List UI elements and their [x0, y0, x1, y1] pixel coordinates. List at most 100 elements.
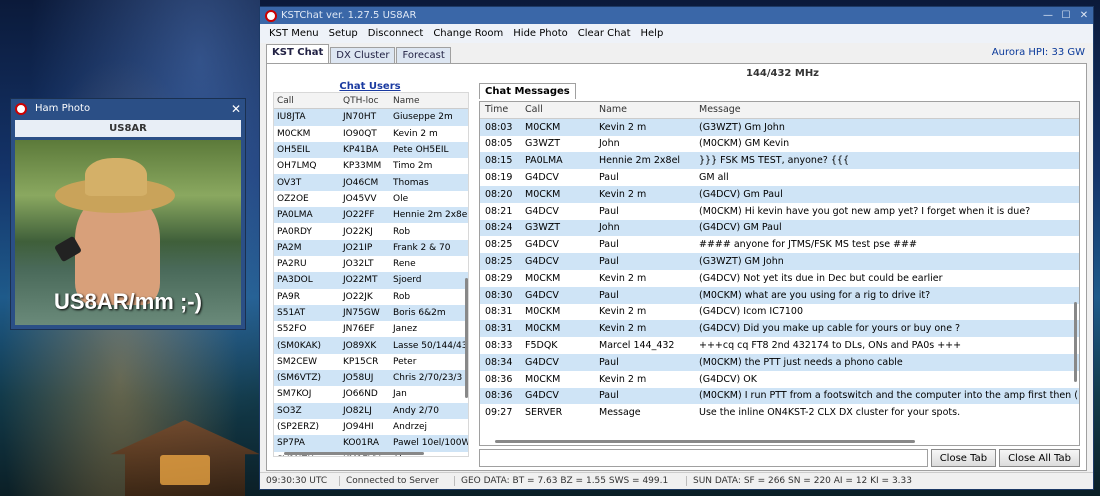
- maximize-icon[interactable]: ☐: [1057, 10, 1075, 21]
- tab-forecast[interactable]: Forecast: [396, 47, 451, 63]
- table-row[interactable]: 08:33 F5DQK Marcel 144_432 +++cq cq FT8 2nd…: [480, 337, 1079, 354]
- table-row[interactable]: 08:21 G4DCV Paul (M0CKM) Hi kevin have you …: [480, 202, 1079, 220]
- table-row[interactable]: 08:31 M0CKM Kevin 2 m (G4DCV) Icom IC7100: [480, 303, 1079, 321]
- messages-scrollbar-vertical[interactable]: [1074, 302, 1077, 382]
- tab-kst-chat[interactable]: KST Chat: [266, 44, 330, 63]
- users-scrollbar-vertical[interactable]: [465, 278, 468, 398]
- col-call[interactable]: Call: [520, 104, 594, 115]
- table-row[interactable]: OZ2OE JO45VV Ole: [274, 190, 468, 208]
- window-body: KST Chat DX Cluster Forecast Aurora HPI:…: [260, 43, 1093, 489]
- msg-time: 08:25: [485, 256, 513, 268]
- msg-time: 08:29: [485, 272, 513, 284]
- menu-setup[interactable]: Setup: [324, 28, 363, 39]
- ham-photo-titlebar[interactable]: Ham Photo ✕: [11, 99, 245, 118]
- msg-call: M0CKM: [525, 323, 561, 335]
- table-row[interactable]: M0CKM IO90QT Kevin 2 m: [274, 125, 468, 142]
- msg-name: Hennie 2m 2x8el: [599, 155, 681, 167]
- table-row[interactable]: (SP2ERZ) JO94HI Andrzej: [274, 418, 468, 436]
- col-time[interactable]: Time: [480, 104, 520, 115]
- msg-name: Paul: [599, 256, 619, 268]
- table-row[interactable]: PA2M JO21IP Frank 2 & 70: [274, 239, 468, 256]
- photo-callsign: US8AR: [15, 120, 241, 137]
- table-row[interactable]: PA0RDY JO22KJ Rob: [274, 223, 468, 240]
- msg-text: (M0CKM) GM Kevin: [699, 138, 790, 150]
- messages-table-body: 08:03 M0CKM Kevin 2 m (G3WZT) Gm John 08:05 G…: [480, 118, 1079, 422]
- table-row[interactable]: PA0LMA JO22FF Hennie 2m 2x8el: [274, 207, 468, 224]
- table-row[interactable]: OH5EIL KP41BA Pete OH5EIL: [274, 141, 468, 159]
- menu-change-room[interactable]: Change Room: [428, 28, 508, 39]
- table-row[interactable]: 08:20 M0CKM Kevin 2 m (G4DCV) Gm Paul: [480, 185, 1079, 203]
- users-scrollbar-horizontal[interactable]: [284, 452, 424, 455]
- msg-call: M0CKM: [525, 306, 561, 318]
- msg-text: (G4DCV) GM Paul: [699, 222, 782, 234]
- msg-text: (G3WZT) GM John: [699, 256, 784, 268]
- table-row[interactable]: (SM0KAK) JO89XK Lasse 50/144/432: [274, 337, 468, 354]
- table-row[interactable]: 08:34 G4DCV Paul (M0CKM) the PTT just needs…: [480, 353, 1079, 371]
- col-name[interactable]: Name: [390, 96, 468, 106]
- user-call: SO3Z: [277, 405, 302, 416]
- table-row[interactable]: 08:24 G3WZT John (G4DCV) GM Paul: [480, 219, 1079, 237]
- user-call: (SM6VTZ): [277, 373, 322, 384]
- table-row[interactable]: S51AT JN75GW Boris 6&2m: [274, 304, 468, 322]
- col-message[interactable]: Message: [694, 104, 1079, 115]
- chat-input[interactable]: [479, 449, 928, 467]
- table-row[interactable]: (SM6VTZ) JO58UJ Chris 2/70/23/3: [274, 370, 468, 387]
- col-call[interactable]: Call: [274, 96, 340, 106]
- table-row[interactable]: 08:36 G4DCV Paul (M0CKM) I run PTT from a f…: [480, 387, 1079, 405]
- user-call: S51AT: [277, 308, 306, 318]
- menu-disconnect[interactable]: Disconnect: [363, 28, 429, 39]
- table-row[interactable]: 09:27 SERVER Message Use the inline ON4KST-…: [480, 404, 1079, 422]
- table-row[interactable]: PA3DOL JO22MT Sjoerd: [274, 272, 468, 289]
- table-row[interactable]: OV3T JO46CM Thomas: [274, 174, 468, 191]
- minimize-icon[interactable]: —: [1039, 10, 1057, 21]
- table-row[interactable]: 08:29 M0CKM Kevin 2 m (G4DCV) Not yet its d…: [480, 269, 1079, 287]
- menu-clear-chat[interactable]: Clear Chat: [573, 28, 636, 39]
- messages-table-header: Time Call Name Message: [480, 102, 1079, 119]
- table-row[interactable]: OH7LMQ KP33MM Timo 2m: [274, 158, 468, 175]
- col-name[interactable]: Name: [594, 104, 694, 115]
- table-row[interactable]: 08:15 PA0LMA Hennie 2m 2x8el}}} FSK MS TES…: [480, 152, 1079, 170]
- tab-chat-messages[interactable]: Chat Messages: [479, 83, 576, 99]
- table-row[interactable]: SO3Z JO82LJ Andy 2/70: [274, 402, 468, 419]
- msg-time: 08:31: [485, 323, 513, 335]
- menu-hide-photo[interactable]: Hide Photo: [508, 28, 573, 39]
- table-row[interactable]: SM7KOJ JO66ND Jan: [274, 386, 468, 403]
- table-row[interactable]: S52FO JN76EF Janez: [274, 321, 468, 338]
- close-icon[interactable]: ✕: [227, 102, 245, 116]
- photo-caption: US8AR/mm ;-): [54, 289, 202, 314]
- ham-photo-image: US8AR/mm ;-): [15, 140, 241, 325]
- msg-call: M0CKM: [525, 121, 561, 133]
- table-row[interactable]: PA2RU JO32LT Rene: [274, 255, 468, 273]
- table-row[interactable]: 08:19 G4DCV Paul GM all: [480, 169, 1079, 186]
- table-row[interactable]: 08:25 G4DCV Paul (G3WZT) GM John: [480, 253, 1079, 270]
- user-name: Giuseppe 2m: [393, 112, 453, 123]
- ham-photo-window: Ham Photo ✕ US8AR US8AR/mm ;-): [10, 98, 246, 330]
- chat-users-panel: Chat Users Call QTH-loc Name IU8JTA JN70H…: [270, 67, 470, 467]
- msg-name: Paul: [599, 356, 619, 368]
- table-row[interactable]: 08:30 G4DCV Paul (M0CKM) what are you using…: [480, 286, 1079, 304]
- col-qth[interactable]: QTH-loc: [340, 96, 390, 106]
- menu-bar: KST Menu Setup Disconnect Change Room Hi…: [260, 24, 1093, 43]
- table-row[interactable]: IU8JTA JN70HT Giuseppe 2m: [274, 109, 468, 126]
- table-row[interactable]: 08:31 M0CKM Kevin 2 m (G4DCV) Did you make …: [480, 320, 1079, 338]
- table-row[interactable]: SM2CEW KP15CR Peter: [274, 353, 468, 371]
- table-row[interactable]: 08:36 M0CKM Kevin 2 m (G4DCV) OK: [480, 370, 1079, 388]
- table-row[interactable]: 08:25 G4DCV Paul #### anyone for JTMS/FSK M…: [480, 236, 1079, 254]
- msg-call: SERVER: [525, 407, 563, 419]
- messages-scrollbar-horizontal[interactable]: [495, 440, 915, 443]
- user-qth: KP33MM: [343, 161, 382, 172]
- menu-help[interactable]: Help: [636, 28, 669, 39]
- chat-users-title[interactable]: Chat Users: [339, 81, 400, 92]
- close-icon[interactable]: ✕: [1075, 10, 1093, 21]
- msg-text: }}} FSK MS TEST, anyone? {{{: [699, 155, 849, 167]
- table-row[interactable]: PA9R JO22JK Rob: [274, 288, 468, 305]
- table-row[interactable]: 08:03 M0CKM Kevin 2 m (G3WZT) Gm John: [480, 118, 1079, 136]
- tab-dx-cluster[interactable]: DX Cluster: [330, 47, 396, 63]
- close-tab-button[interactable]: Close Tab: [930, 449, 997, 467]
- menu-kst-menu[interactable]: KST Menu: [264, 28, 324, 39]
- window-titlebar[interactable]: KSTChat ver. 1.27.5 US8AR — ☐ ✕: [260, 7, 1093, 24]
- close-all-tab-button[interactable]: Close All Tab: [999, 449, 1080, 467]
- table-row[interactable]: 08:05 G3WZT John (M0CKM) GM Kevin: [480, 135, 1079, 153]
- msg-call: F5DQK: [525, 340, 558, 352]
- table-row[interactable]: SP7PA KO01RA Pawel 10el/100W: [274, 435, 468, 452]
